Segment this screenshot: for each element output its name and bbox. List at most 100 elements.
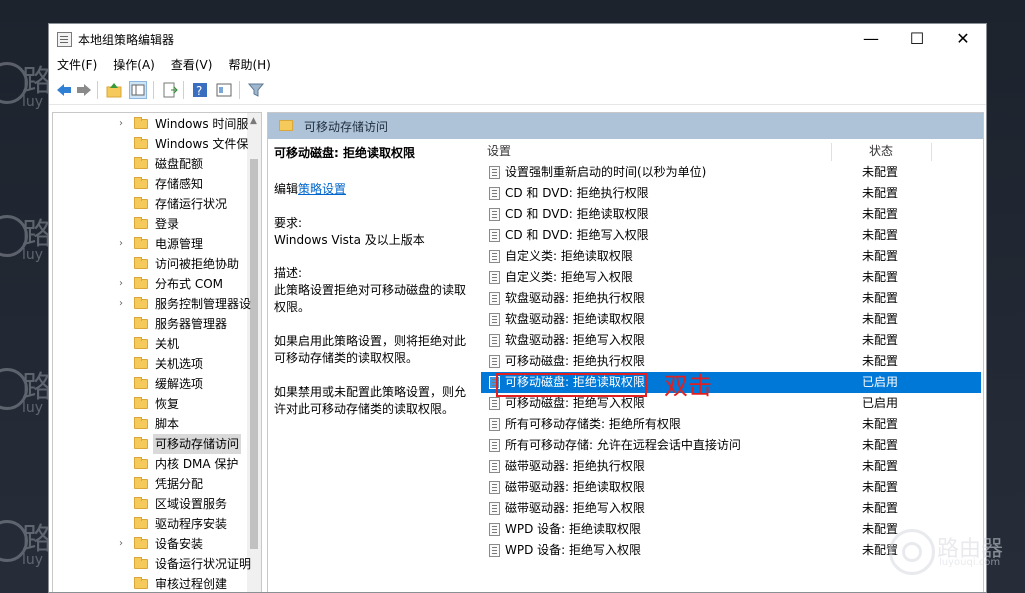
pane-header: 可移动存储访问 xyxy=(268,113,983,139)
watermark: 路 luy xyxy=(0,510,52,580)
edit-policy-link[interactable]: 策略设置 xyxy=(298,182,346,196)
folder-icon xyxy=(134,397,148,409)
chevron-right-icon[interactable]: › xyxy=(119,534,129,554)
column-header-setting[interactable]: 设置 xyxy=(487,139,511,163)
group-policy-editor-window: 本地组策略编辑器 — ☐ ✕ 文件(F) 操作(A) 查看(V) 帮助(H) ? ▲ … xyxy=(48,23,987,593)
policy-state: 未配置 xyxy=(862,417,899,431)
folder-icon xyxy=(134,177,148,189)
tree-item[interactable]: 驱动程序安装 xyxy=(53,514,249,534)
policy-state: 未配置 xyxy=(862,228,899,242)
policy-row[interactable]: 磁带驱动器: 拒绝读取权限 未配置 xyxy=(481,477,981,498)
scroll-thumb[interactable] xyxy=(250,159,258,549)
policy-row[interactable]: CD 和 DVD: 拒绝执行权限 未配置 xyxy=(481,183,981,204)
folder-icon xyxy=(134,317,148,329)
policy-name: 自定义类: 拒绝读取权限 xyxy=(505,249,633,263)
folder-icon xyxy=(134,497,148,509)
folder-icon xyxy=(134,217,148,229)
policy-setting-icon xyxy=(489,229,500,242)
tree-item[interactable]: 存储感知 xyxy=(53,174,249,194)
policy-row[interactable]: 可移动磁盘: 拒绝执行权限 未配置 xyxy=(481,351,981,372)
details-pane: 可移动存储访问 可移动磁盘: 拒绝读取权限 编辑策略设置 要求: Windows… xyxy=(267,112,984,592)
tree-item[interactable]: 设备运行状况证明 xyxy=(53,554,251,574)
tree-item[interactable]: 服务器管理器 xyxy=(53,314,249,334)
filter-icon[interactable] xyxy=(247,81,265,99)
policy-row[interactable]: 所有可移动存储: 允许在远程会话中直接访问 未配置 xyxy=(481,435,981,456)
folder-icon xyxy=(134,117,148,129)
tree-item[interactable]: 登录 xyxy=(53,214,249,234)
policy-row[interactable]: 自定义类: 拒绝写入权限 未配置 xyxy=(481,267,981,288)
policy-row[interactable]: 设置强制重新启动的时间(以秒为单位) 未配置 xyxy=(481,162,981,183)
policy-row[interactable]: 软盘驱动器: 拒绝写入权限 未配置 xyxy=(481,330,981,351)
tree-item[interactable]: 可移动存储访问 xyxy=(53,434,249,454)
minimize-button[interactable]: — xyxy=(848,24,894,54)
policy-state: 未配置 xyxy=(862,501,899,515)
show-hide-tree-icon[interactable] xyxy=(129,81,147,99)
close-button[interactable]: ✕ xyxy=(940,24,986,54)
tree-item[interactable]: 磁盘配额 xyxy=(53,154,249,174)
tree-item[interactable]: 内核 DMA 保护 xyxy=(53,454,249,474)
policy-setting-icon xyxy=(489,544,500,557)
policy-setting-icon xyxy=(489,397,500,410)
back-arrow-icon[interactable] xyxy=(55,81,73,99)
policy-name: 自定义类: 拒绝写入权限 xyxy=(505,270,633,284)
folder-icon xyxy=(134,237,148,249)
chevron-right-icon[interactable]: › xyxy=(119,294,129,314)
up-folder-icon[interactable] xyxy=(105,81,123,99)
folder-icon xyxy=(134,457,148,469)
policy-row[interactable]: 磁带驱动器: 拒绝写入权限 未配置 xyxy=(481,498,981,519)
policy-row[interactable]: 所有可移动存储类: 拒绝所有权限 未配置 xyxy=(481,414,981,435)
menu-file[interactable]: 文件(F) xyxy=(49,54,105,76)
tree-item[interactable]: 关机 xyxy=(53,334,249,354)
tree-item[interactable]: 区域设置服务 xyxy=(53,494,249,514)
policy-state: 未配置 xyxy=(862,207,899,221)
chevron-right-icon[interactable]: › xyxy=(119,114,129,134)
tree-item[interactable]: › Windows 时间服 xyxy=(53,114,249,134)
tree-scrollbar[interactable]: ▲ xyxy=(247,113,261,592)
tree-item[interactable]: Windows 文件保 xyxy=(53,134,249,154)
policy-row[interactable]: CD 和 DVD: 拒绝读取权限 未配置 xyxy=(481,204,981,225)
policy-row[interactable]: 软盘驱动器: 拒绝执行权限 未配置 xyxy=(481,288,981,309)
policy-row[interactable]: CD 和 DVD: 拒绝写入权限 未配置 xyxy=(481,225,981,246)
policy-row[interactable]: 自定义类: 拒绝读取权限 未配置 xyxy=(481,246,981,267)
folder-icon xyxy=(134,577,148,589)
toolbar: ? xyxy=(49,76,986,105)
tree-item[interactable]: 缓解选项 xyxy=(53,374,249,394)
tree-item[interactable]: 关机选项 xyxy=(53,354,249,374)
chevron-right-icon[interactable]: › xyxy=(119,234,129,254)
tree-item-label: 存储感知 xyxy=(155,177,204,191)
watermark: 路 luy xyxy=(0,52,52,122)
chevron-right-icon[interactable]: › xyxy=(119,274,129,294)
maximize-button[interactable]: ☐ xyxy=(894,24,940,54)
tree-item[interactable]: › 分布式 COM xyxy=(53,274,249,294)
policy-state: 已启用 xyxy=(862,375,899,389)
policy-row[interactable]: 软盘驱动器: 拒绝读取权限 未配置 xyxy=(481,309,981,330)
window-title: 本地组策略编辑器 xyxy=(78,33,175,47)
tree-item-label: 设备安装 xyxy=(155,537,204,551)
tree-item[interactable]: 存储运行状况 xyxy=(53,194,249,214)
tree-item[interactable]: 审核过程创建 xyxy=(53,574,249,592)
menu-action[interactable]: 操作(A) xyxy=(105,54,163,76)
tree-item[interactable]: › 电源管理 xyxy=(53,234,249,254)
policy-state: 未配置 xyxy=(862,480,899,494)
menu-help[interactable]: 帮助(H) xyxy=(220,54,278,76)
tree-item[interactable]: 恢复 xyxy=(53,394,249,414)
policy-row[interactable]: 磁带驱动器: 拒绝执行权限 未配置 xyxy=(481,456,981,477)
policy-setting-icon xyxy=(489,460,500,473)
properties-icon[interactable] xyxy=(215,81,233,99)
tree-item[interactable]: 访问被拒绝协助 xyxy=(53,254,249,274)
forward-arrow-icon[interactable] xyxy=(75,81,93,99)
tree-item[interactable]: 脚本 xyxy=(53,414,249,434)
folder-icon xyxy=(134,417,148,429)
tree-item-label: Windows 时间服 xyxy=(155,117,249,131)
menu-view[interactable]: 查看(V) xyxy=(163,54,221,76)
tree-item-label: 访问被拒绝协助 xyxy=(155,257,240,271)
help-icon[interactable]: ? xyxy=(191,81,209,99)
app-icon xyxy=(57,32,72,47)
tree-item[interactable]: 凭据分配 xyxy=(53,474,249,494)
export-list-icon[interactable] xyxy=(161,81,179,99)
tree-item[interactable]: › 服务控制管理器设 xyxy=(53,294,251,314)
scroll-up-icon[interactable]: ▲ xyxy=(250,116,257,126)
tree-item[interactable]: › 设备安装 xyxy=(53,534,249,554)
column-header-state[interactable]: 状态 xyxy=(869,139,893,163)
tree-item-label: 服务器管理器 xyxy=(155,317,228,331)
